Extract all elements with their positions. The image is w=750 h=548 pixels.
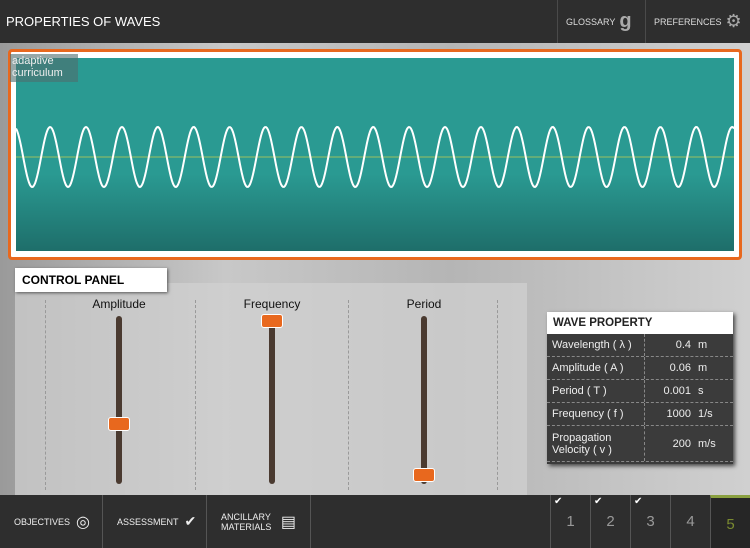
property-name: Frequency ( f ) (547, 403, 645, 425)
wave-medium (15, 58, 735, 251)
property-row: Wavelength ( λ ) 0.4 m (547, 334, 733, 357)
period-slider-thumb[interactable] (413, 468, 435, 482)
step-5-button[interactable]: 5 (710, 495, 750, 548)
checkmark-icon: ✔ (554, 496, 563, 507)
property-value: 1000 (666, 408, 691, 420)
target-icon: ◎ (76, 513, 90, 531)
logo-line1: adaptive (12, 55, 54, 67)
step-number: 4 (686, 513, 695, 530)
step-2-button[interactable]: ✔ 2 (590, 495, 630, 548)
glossary-icon: g (619, 10, 632, 32)
wave-property-table: WAVE PROPERTY Wavelength ( λ ) 0.4 m Amplit… (547, 312, 733, 464)
assessment-label: ASSESSMENT (117, 516, 179, 527)
objectives-label: OBJECTIVES (14, 516, 71, 527)
property-value: 0.4 (675, 339, 691, 351)
amplitude-slider[interactable] (116, 316, 122, 484)
slider-label: Frequency (243, 297, 301, 311)
amplitude-slider-thumb[interactable] (108, 417, 130, 432)
adaptive-curriculum-logo: adaptive curriculum (10, 54, 78, 82)
control-panel-title: CONTROL PANEL (15, 268, 167, 292)
property-row: Amplitude ( A ) 0.06 m (547, 357, 733, 380)
ancillary-label: ANCILLARY MATERIALS (221, 511, 272, 532)
glossary-button[interactable]: GLOSSARY g (557, 0, 645, 43)
page-title: PROPERTIES OF WAVES (6, 14, 161, 29)
property-name: Propagation Velocity ( v ) (547, 426, 645, 461)
checkmark-icon: ✔ (634, 496, 643, 507)
frequency-slider-thumb[interactable] (261, 314, 283, 328)
property-value: 0.001 (663, 385, 691, 397)
document-icon: ▤ (280, 513, 296, 531)
divider (45, 300, 46, 490)
divider (348, 300, 349, 490)
gear-icon: ⚙ (725, 11, 742, 31)
wave-display (8, 49, 742, 260)
property-row: Propagation Velocity ( v ) 200 m/s (547, 426, 733, 462)
step-number: 3 (646, 513, 655, 530)
period-slider[interactable] (421, 316, 427, 484)
frequency-slider[interactable] (269, 316, 275, 484)
glossary-label: GLOSSARY (566, 16, 616, 27)
assessment-button[interactable]: ASSESSMENT ✔ (103, 495, 207, 548)
wave-property-title: WAVE PROPERTY (547, 312, 733, 334)
step-4-button[interactable]: 4 (670, 495, 710, 548)
objectives-button[interactable]: OBJECTIVES ◎ (0, 495, 103, 548)
slider-label: Amplitude (92, 297, 146, 311)
property-value: 200 (672, 437, 691, 450)
slider-label: Period (406, 297, 442, 311)
divider (497, 300, 498, 490)
step-number: 5 (726, 516, 735, 533)
property-row: Frequency ( f ) 1000 1/s (547, 403, 733, 426)
property-value: 0.06 (669, 362, 691, 374)
property-name: Period ( T ) (547, 380, 645, 402)
property-name: Wavelength ( λ ) (547, 334, 645, 356)
wave-graph (15, 125, 735, 189)
top-bar: PROPERTIES OF WAVES GLOSSARY g PREFERENCE… (0, 0, 750, 43)
step-number: 2 (606, 513, 615, 530)
logo-line2: curriculum (12, 67, 63, 79)
bottom-bar: OBJECTIVES ◎ ASSESSMENT ✔ ANCILLARY MATERI… (0, 495, 750, 548)
property-unit: m (698, 339, 708, 351)
property-row: Period ( T ) 0.001 s (547, 380, 733, 403)
property-unit: s (698, 385, 704, 397)
property-unit: m (698, 362, 708, 374)
property-name: Amplitude ( A ) (547, 357, 645, 379)
divider (195, 300, 196, 490)
step-1-button[interactable]: ✔ 1 (550, 495, 590, 548)
ancillary-materials-button[interactable]: ANCILLARY MATERIALS ▤ (207, 495, 311, 548)
preferences-button[interactable]: PREFERENCES ⚙ (645, 0, 750, 43)
preferences-label: PREFERENCES (654, 16, 722, 27)
step-3-button[interactable]: ✔ 3 (630, 495, 670, 548)
property-unit: 1/s (698, 408, 713, 420)
checkmark-icon: ✔ (184, 513, 197, 529)
checkmark-icon: ✔ (594, 496, 603, 507)
step-number: 1 (566, 513, 575, 530)
property-unit: m/s (698, 437, 716, 450)
